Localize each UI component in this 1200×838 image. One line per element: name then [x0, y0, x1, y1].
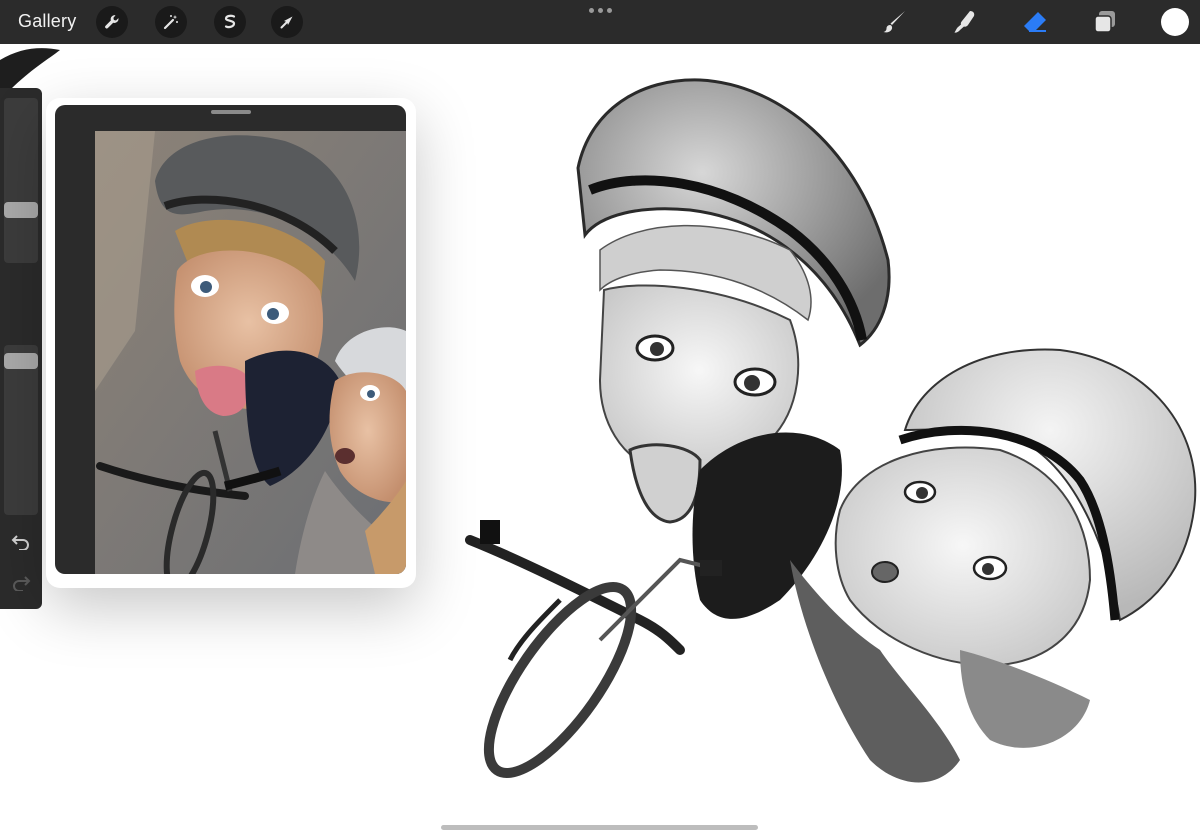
selection-button[interactable] — [214, 6, 246, 38]
color-picker-button[interactable] — [1161, 8, 1189, 36]
brush-size-slider[interactable] — [4, 98, 38, 263]
eraser-tool-button[interactable] — [1020, 7, 1050, 37]
layers-button[interactable] — [1090, 7, 1120, 37]
scroll-indicator — [441, 825, 758, 830]
reference-window[interactable] — [55, 105, 406, 574]
smudge-icon — [954, 11, 975, 33]
redo-button[interactable] — [9, 572, 33, 594]
actions-button[interactable] — [96, 6, 128, 38]
layers-icon — [1094, 11, 1115, 33]
undo-button[interactable] — [9, 531, 33, 553]
brush-tool-button[interactable] — [879, 7, 909, 37]
smudge-tool-button[interactable] — [950, 7, 980, 37]
opacity-thumb[interactable] — [4, 352, 38, 369]
procreate-app: Gallery — [0, 0, 1200, 838]
redo-icon — [13, 576, 31, 591]
transform-arrow-icon — [280, 16, 293, 29]
undo-icon — [11, 535, 29, 550]
adjustments-button[interactable] — [155, 6, 187, 38]
reference-photo-image — [95, 131, 406, 574]
left-sidebar — [0, 88, 42, 609]
eraser-icon — [1024, 12, 1046, 32]
brush-size-thumb[interactable] — [4, 202, 38, 219]
wrench-icon — [105, 15, 119, 29]
transform-button[interactable] — [271, 6, 303, 38]
reference-drag-handle[interactable] — [211, 110, 251, 114]
brush-icon — [883, 11, 905, 33]
reference-photo — [95, 131, 406, 574]
opacity-slider[interactable] — [4, 345, 38, 515]
magic-wand-icon — [163, 15, 178, 30]
more-options-icon[interactable] — [589, 8, 612, 13]
selection-icon — [224, 14, 236, 29]
gallery-button[interactable]: Gallery — [18, 11, 76, 32]
top-toolbar: Gallery — [0, 0, 1200, 44]
